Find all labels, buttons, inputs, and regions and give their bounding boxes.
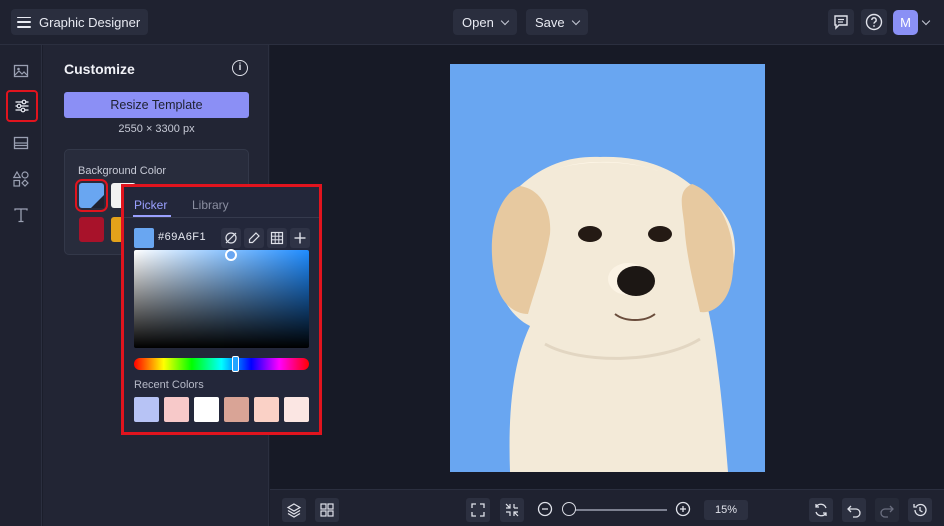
- account-button[interactable]: M: [893, 9, 931, 35]
- rotate-button[interactable]: [809, 498, 833, 522]
- rail-customize[interactable]: [6, 90, 38, 122]
- help-button[interactable]: [861, 9, 887, 35]
- tool-rail: [0, 45, 42, 526]
- zoom-slider-handle[interactable]: [562, 502, 576, 516]
- selected-color-preview: [134, 228, 154, 248]
- chevron-down-icon: [921, 16, 931, 25]
- plus-icon: [294, 232, 306, 244]
- grid-icon: [270, 231, 284, 245]
- swatch-red[interactable]: [79, 217, 104, 242]
- recent-color-swatch[interactable]: [284, 397, 309, 422]
- comments-button[interactable]: [828, 9, 854, 35]
- no-color-button[interactable]: [221, 228, 241, 248]
- expand-icon: [471, 503, 485, 517]
- tab-picker[interactable]: Picker: [134, 198, 167, 212]
- layers-icon: [286, 503, 302, 518]
- recent-colors-label: Recent Colors: [134, 379, 204, 391]
- open-dropdown[interactable]: Open: [453, 9, 517, 35]
- resize-template-button[interactable]: Resize Template: [64, 92, 249, 118]
- eyedropper-button[interactable]: [244, 228, 264, 248]
- shapes-icon: [12, 170, 29, 187]
- help-icon: [865, 13, 883, 31]
- artboard[interactable]: [450, 64, 765, 472]
- chevron-down-icon: [500, 16, 510, 25]
- collapse-icon: [505, 503, 519, 517]
- avatar: M: [893, 9, 918, 35]
- save-label: Save: [535, 14, 565, 30]
- rail-images[interactable]: [9, 59, 33, 83]
- rail-text[interactable]: [9, 203, 33, 227]
- tab-divider: [124, 217, 319, 218]
- rail-graphics[interactable]: [9, 167, 33, 191]
- refresh-icon: [815, 503, 827, 517]
- zoom-out-button[interactable]: [537, 501, 553, 522]
- text-icon: [14, 208, 28, 223]
- hue-slider[interactable]: [134, 358, 309, 370]
- zoom-out-icon: [537, 501, 553, 517]
- current-color-swatch[interactable]: [75, 179, 108, 212]
- image-icon: [13, 64, 29, 78]
- comment-icon: [834, 15, 848, 30]
- grid-icon: [320, 503, 334, 517]
- grid-button[interactable]: [315, 498, 339, 522]
- hex-input[interactable]: #69A6F1: [158, 231, 206, 243]
- rail-layouts[interactable]: [9, 131, 33, 155]
- layout-icon: [13, 136, 29, 150]
- zoom-slider-track[interactable]: [570, 509, 667, 511]
- history-icon: [913, 503, 927, 517]
- info-icon[interactable]: i: [232, 60, 248, 76]
- chevron-down-icon: [571, 16, 580, 25]
- template-dimensions: 2550 × 3300 px: [118, 123, 195, 135]
- hue-slider-handle[interactable]: [232, 356, 239, 372]
- recent-color-swatch[interactable]: [194, 397, 219, 422]
- palette-grid-button[interactable]: [267, 228, 287, 248]
- eyedropper-icon: [248, 232, 260, 244]
- zoom-in-icon: [675, 501, 691, 517]
- redo-button[interactable]: [875, 498, 899, 522]
- no-color-icon: [225, 232, 237, 244]
- undo-icon: [847, 505, 861, 518]
- layers-button[interactable]: [282, 498, 306, 522]
- background-color-label: Background Color: [78, 165, 167, 177]
- saturation-handle[interactable]: [225, 249, 237, 261]
- recent-color-swatch[interactable]: [254, 397, 279, 422]
- zoom-level[interactable]: 15%: [704, 500, 748, 520]
- save-dropdown[interactable]: Save: [526, 9, 588, 35]
- add-color-button[interactable]: [290, 228, 310, 248]
- puppy-image: [491, 156, 735, 472]
- top-bar: Graphic Designer Open Save M: [0, 0, 944, 45]
- recent-color-swatch[interactable]: [164, 397, 189, 422]
- tab-library[interactable]: Library: [192, 198, 229, 212]
- undo-button[interactable]: [842, 498, 866, 522]
- hamburger-icon: [17, 16, 31, 28]
- sliders-icon: [15, 99, 29, 113]
- redo-icon: [880, 505, 894, 518]
- color-corner-icon: [91, 195, 104, 208]
- fit-screen-button[interactable]: [466, 498, 490, 522]
- recent-color-swatch[interactable]: [224, 397, 249, 422]
- recent-color-swatch[interactable]: [134, 397, 159, 422]
- panel-title: Customize: [64, 61, 135, 77]
- open-label: Open: [462, 14, 494, 30]
- saturation-value-area[interactable]: [134, 250, 309, 348]
- zoom-in-button[interactable]: [675, 501, 691, 522]
- app-menu-button[interactable]: Graphic Designer: [11, 9, 149, 35]
- bottom-bar: 15%: [270, 489, 944, 526]
- color-picker-popup: Picker Library #69A6F1 Recent Colors: [121, 184, 322, 435]
- shrink-button[interactable]: [500, 498, 524, 522]
- app-title: Graphic Designer: [39, 14, 141, 30]
- history-button[interactable]: [908, 498, 932, 522]
